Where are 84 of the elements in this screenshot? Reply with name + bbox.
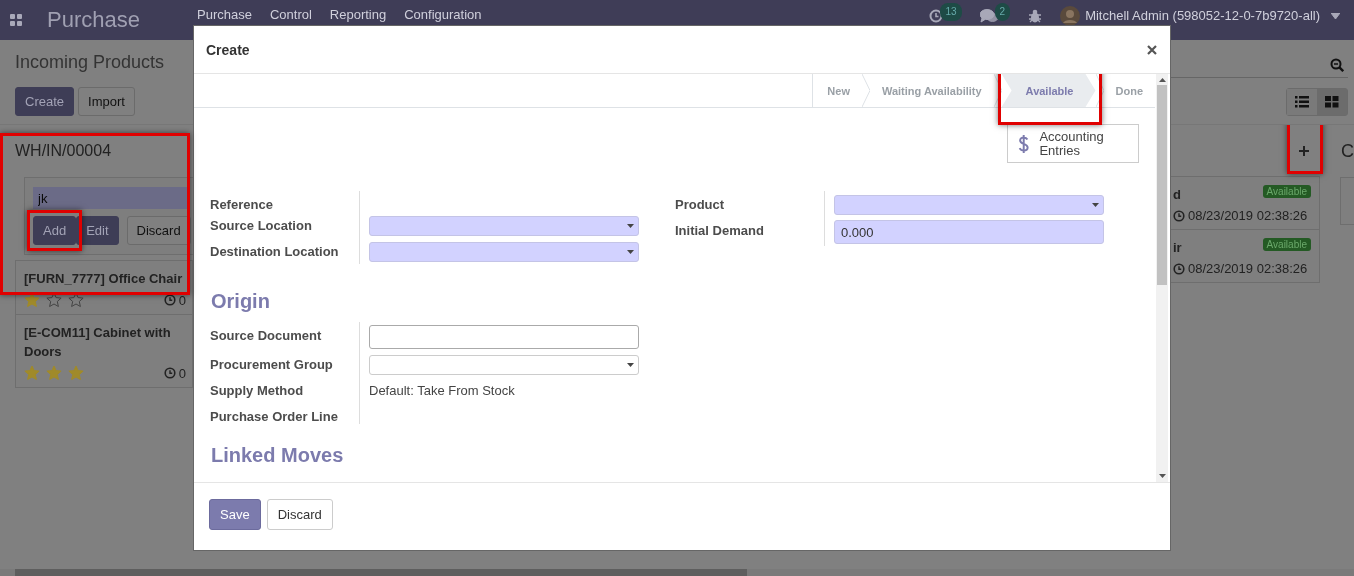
select-field[interactable] [369,215,639,236]
caret-icon [627,362,634,367]
status-step[interactable]: Done [1103,74,1155,107]
select-field[interactable] [369,354,639,375]
input-field[interactable] [369,325,639,349]
field-label: Product [675,191,825,217]
select-field[interactable] [834,194,1104,215]
dialog-title: Create [206,41,250,58]
clock-icon [1173,262,1185,275]
star-icon[interactable] [24,292,40,308]
field-label: Source Location [210,212,360,238]
status-step[interactable]: New [813,74,862,107]
card-date: 0 [178,292,186,308]
avatar-icon[interactable] [1060,6,1081,26]
kanban-view-button[interactable] [1317,89,1347,115]
accounting-entries-button[interactable]: Accounting Entries [1007,124,1139,163]
message-count-badge: 2 [994,3,1011,21]
card-date: 0 [178,365,186,381]
page-title: Incoming Products [15,52,165,73]
field-label: Purchase Order Line [210,403,360,424]
select-field[interactable] [369,241,639,262]
field-label: Destination Location [210,238,360,264]
caret-icon[interactable] [1331,13,1340,19]
scroll-down-icon[interactable] [1158,474,1166,478]
card-title: [FURN_7777] Office Chair [24,270,183,288]
menu-item[interactable]: Configuration [404,7,482,23]
list-icon [1295,96,1309,108]
vertical-scrollbar[interactable] [1156,74,1168,482]
field-value: Default: Take From Stock [369,383,515,398]
star-icon[interactable] [24,365,40,381]
dialog-button[interactable]: Discard [266,499,333,530]
star-icon[interactable] [46,292,62,308]
status-step[interactable]: Waiting Availability [869,74,994,107]
scrollbar-thumb[interactable] [15,569,747,576]
status-step[interactable]: Available [1001,74,1096,107]
card-title: d [1173,186,1181,204]
card-title: [E-COM11] Cabinet with Doors [24,324,172,361]
field-label: Procurement Group [210,351,360,377]
clock-icon [1173,209,1185,222]
star-icon[interactable] [46,365,62,381]
star-icon[interactable] [68,365,84,381]
quick-create-button[interactable]: Add [33,216,77,245]
clock-icon [163,294,176,306]
star-icon[interactable] [68,292,84,308]
section-heading: Linked Moves [211,444,345,467]
card-date: 08/23/2019 02:38:26 [1188,261,1308,276]
activity-count-badge: 13 [940,3,962,21]
clock-icon[interactable] [929,9,944,23]
scroll-up-icon[interactable] [1158,78,1166,82]
input-field[interactable]: 0.000 [834,220,1104,244]
field-label: Reference [210,191,360,212]
user-name[interactable]: Mitchell Admin (598052-12-0-7b9720-all) [1085,8,1320,24]
menu-item[interactable]: Purchase [197,7,252,23]
horizontal-scrollbar[interactable] [0,569,1354,576]
field-label: Source Document [210,322,360,351]
dialog-button[interactable]: Save [209,499,261,530]
column-title: C [1341,140,1354,162]
caret-icon [1092,202,1099,207]
action-button[interactable]: Create [15,87,75,116]
field-label: Supply Method [210,377,360,403]
menu-item[interactable]: Reporting [329,7,387,23]
kanban-card[interactable]: [E-COM11] Cabinet with Doors 0 [15,314,193,388]
clock-icon [163,367,176,379]
apps-grid-icon[interactable] [10,14,22,26]
quick-create-button[interactable]: Discard [126,216,191,245]
plus-icon[interactable] [1299,146,1309,156]
scrollbar-thumb[interactable] [1157,85,1167,285]
quick-create-button[interactable]: Edit [76,216,119,245]
section-heading: Origin [211,290,271,313]
card-date: 08/23/2019 02:38:26 [1188,208,1308,223]
close-icon[interactable] [1147,44,1157,55]
caret-icon [627,249,634,254]
caret-icon [627,223,634,228]
action-button[interactable]: Import [78,87,135,116]
grid-icon [1325,96,1339,108]
bug-icon[interactable] [1028,9,1043,23]
status-badge: Available [1262,185,1311,198]
status-badge: Available [1262,238,1311,251]
field-label: Initial Demand [675,217,825,246]
column-title: WH/IN/00004 [15,142,112,160]
search-icon[interactable] [1330,57,1344,72]
menu-item[interactable]: Control [269,7,312,23]
card-title: ir [1173,239,1182,257]
app-name: Purchase [47,7,141,33]
